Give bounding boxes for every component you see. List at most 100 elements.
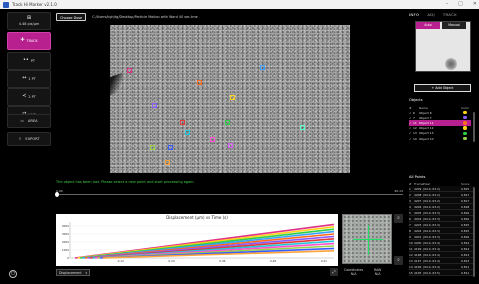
point-score: 0.815 — [461, 229, 470, 233]
coordinates-value: N/A — [350, 272, 357, 276]
object-color-swatch[interactable] — [461, 121, 469, 125]
point-score: 0.815 — [461, 187, 470, 191]
tracking-marker[interactable] — [210, 137, 215, 142]
point-frame: 4195 — [414, 271, 422, 275]
export-icon: ⇧ — [18, 137, 22, 141]
marker-dot — [154, 105, 157, 108]
expand-icon[interactable]: ⤢ — [330, 268, 338, 276]
object-color-swatch[interactable] — [461, 131, 469, 136]
two-pt-button[interactable]: ≺ 2 PT — [7, 88, 51, 106]
points-scrollbar[interactable] — [473, 187, 475, 277]
pt-label: PT — [30, 59, 36, 63]
tracking-marker[interactable] — [260, 65, 265, 70]
tracking-marker[interactable] — [168, 145, 173, 150]
auto-button[interactable]: Auto — [416, 22, 440, 29]
area-icon: ▭ — [20, 119, 24, 123]
point-row[interactable]: 15 4195 (94.0, 63.5) 0.811 — [409, 270, 474, 276]
marker-dot — [170, 147, 173, 150]
pt-button[interactable]: •• PT — [7, 52, 51, 70]
tracking-marker[interactable] — [197, 80, 202, 85]
choose-dose-button[interactable]: Choose Dose — [56, 12, 87, 21]
tracking-marker[interactable] — [150, 145, 155, 150]
tracking-marker[interactable] — [225, 120, 230, 125]
maximize-button[interactable]: □ — [458, 0, 463, 9]
point-pixel: (94.0, 63.4) — [423, 265, 440, 269]
object-color-swatch[interactable] — [461, 126, 469, 130]
marker-dot — [302, 127, 305, 130]
marker-dot — [232, 97, 235, 100]
tracking-marker[interactable] — [127, 68, 132, 73]
plus-icon: ✚ — [20, 37, 25, 43]
zoom-out-icon[interactable]: ⌕ — [394, 256, 403, 265]
window-title: Track Hi Marker v2.1.0 — [12, 2, 57, 7]
point-frame: 4206 — [414, 205, 422, 209]
chart-svg: Displacement (µm) vs Time (s) 0 1000 2000 3… — [62, 215, 335, 263]
tracking-marker[interactable] — [185, 130, 190, 135]
point-pixel: (94.0, 63.2) — [423, 205, 440, 209]
raw-value: N/A — [374, 272, 381, 276]
object-color-swatch[interactable] — [461, 116, 469, 120]
point-frame: 4203 — [414, 223, 422, 227]
marker-dot — [182, 122, 185, 125]
point-score: 0.816 — [461, 235, 470, 239]
window-controls: – □ ✕ — [446, 0, 477, 9]
two-pt-label: 2 PT — [28, 95, 36, 99]
tab-info[interactable]: INFO — [409, 12, 419, 19]
point-score: 0.815 — [461, 223, 470, 227]
scale-display[interactable]: ⊞ 4.48 pix/µm — [7, 12, 51, 30]
track-button[interactable]: ✚ TRACK — [7, 32, 51, 50]
tab-bar: INFO ADJ TRACK — [405, 12, 475, 19]
object-color-swatch[interactable] — [461, 110, 469, 115]
file-bar: Choose Dose C:/Users/kgh/tg/Desktop/Part… — [56, 12, 198, 21]
timeline[interactable]: 0.00 40.13 — [55, 189, 403, 201]
tab-track[interactable]: TRACK — [443, 12, 457, 19]
marker-dot — [212, 139, 215, 142]
power-icon[interactable]: ⏻ — [9, 270, 17, 278]
add-object-button[interactable]: + Add Object — [414, 84, 471, 92]
point-pixel: (94.0, 63.4) — [423, 247, 440, 251]
tracking-marker[interactable] — [300, 125, 305, 130]
tracking-marker[interactable] — [152, 103, 157, 108]
tracking-marker[interactable] — [230, 95, 235, 100]
one-pt-label: 1 PT — [28, 77, 36, 81]
object-name: Object 6 — [419, 110, 432, 115]
object-name: Object 12 — [419, 126, 434, 131]
point-score: 0.816 — [461, 217, 470, 221]
marker-dot — [152, 147, 155, 150]
tracking-marker[interactable] — [180, 120, 185, 125]
one-pt-button[interactable]: ↔ 1 PT — [7, 70, 51, 88]
close-button[interactable]: ✕ — [473, 0, 477, 9]
plot-type-select[interactable]: Displacement ▾ — [56, 269, 90, 276]
tab-adj[interactable]: ADJ — [427, 12, 435, 19]
point-score: 0.813 — [461, 259, 470, 263]
point-pixel: (94.0, 63.3) — [423, 229, 440, 233]
x-tick-label: 0.24 — [168, 259, 174, 263]
zoom-in-icon[interactable]: ⌕ — [394, 214, 403, 223]
scale-label: 4.48 pix/µm — [18, 22, 40, 26]
x-tick-label: 0.12 — [118, 259, 124, 263]
share-icon: ≺ — [22, 93, 27, 99]
point-score: 0.814 — [461, 241, 470, 245]
point-frame: 4198 — [414, 253, 422, 257]
point-frame: 4201 — [414, 235, 422, 239]
manual-button[interactable]: Manual — [442, 22, 466, 29]
export-button[interactable]: ⇧ EXPORT — [7, 132, 51, 146]
point-pixel: (94.0, 63.5) — [423, 271, 440, 275]
object-row[interactable]: ✓ 10 Object 10 — [409, 136, 471, 141]
area-button[interactable]: ▭ AREA — [7, 114, 51, 128]
objects-scrollbar[interactable] — [473, 112, 475, 142]
microscope-image-view[interactable] — [110, 25, 350, 173]
title-bar: Track Hi Marker v2.1.0 – □ ✕ — [0, 0, 479, 9]
object-name: Object 7 — [419, 115, 432, 120]
track-label: TRACK — [26, 39, 38, 43]
tracking-marker[interactable] — [165, 160, 170, 165]
timeline-handle[interactable] — [55, 192, 59, 197]
minimize-button[interactable]: – — [446, 0, 449, 9]
arrow-icon: ↔ — [22, 75, 27, 81]
point-frame: 4200 — [414, 241, 422, 245]
export-label: EXPORT — [25, 137, 40, 141]
timeline-track[interactable] — [56, 194, 403, 195]
tracking-marker[interactable] — [228, 143, 233, 148]
dots-icon: •• — [22, 57, 29, 63]
object-color-swatch[interactable] — [461, 136, 469, 141]
